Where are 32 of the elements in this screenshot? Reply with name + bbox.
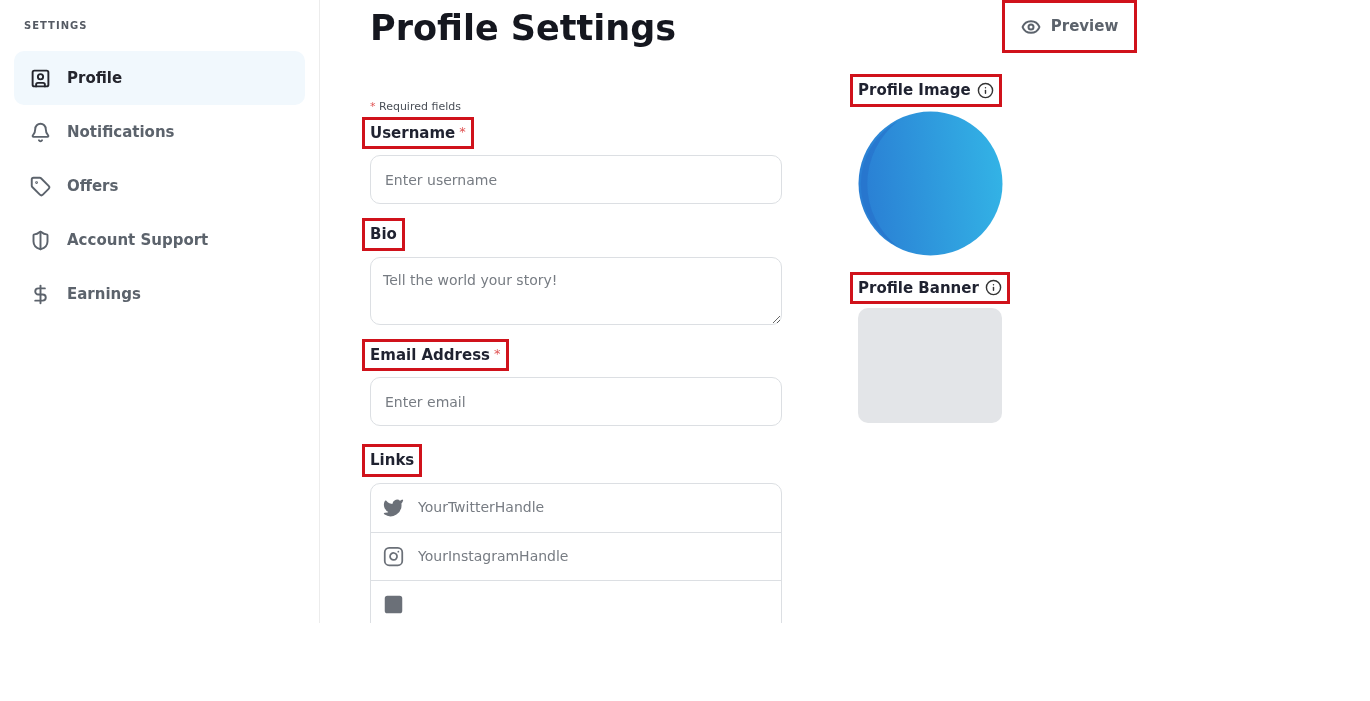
text-field[interactable]: Enter username [370, 155, 782, 204]
required-asterisk: * [459, 122, 466, 141]
field-label: Email Address [370, 344, 490, 366]
preview-button[interactable]: Preview [1020, 15, 1119, 38]
section-label: Profile Banner [858, 277, 979, 299]
text-field[interactable]: Enter email [370, 377, 782, 426]
bird-icon [383, 497, 404, 518]
sidebar-item[interactable]: Account Support [14, 213, 305, 267]
link-field[interactable]: YourInstagramHandle [371, 531, 781, 580]
sidebar-item[interactable]: Profile [14, 51, 305, 105]
camera-icon [383, 545, 404, 567]
sidebar-item[interactable]: Earnings [14, 267, 305, 321]
field-label: Username [370, 122, 456, 144]
page-title: Profile Settings [370, 7, 678, 50]
info-icon [984, 279, 1002, 297]
info-icon [976, 81, 994, 99]
field-label: Bio [370, 224, 397, 245]
shield-icon [30, 229, 51, 251]
bell-icon [30, 121, 51, 143]
sidebar-item[interactable]: Notifications [14, 105, 305, 159]
bio-field[interactable]: Tell the world your story! [370, 256, 782, 325]
field-label: Links [370, 450, 415, 471]
section-label: Profile Image [858, 80, 971, 101]
profile-icon [30, 67, 51, 89]
square-icon [383, 593, 404, 615]
required-note: * Required fields [370, 99, 462, 115]
sidebar-item[interactable]: Offers [14, 159, 305, 213]
banner-placeholder[interactable] [858, 308, 1002, 423]
required-asterisk: * [494, 344, 501, 363]
tag-icon [30, 175, 51, 197]
link-field[interactable]: YourTwitterHandle [371, 483, 781, 532]
sidebar-heading: SETTINGS [23, 19, 89, 33]
